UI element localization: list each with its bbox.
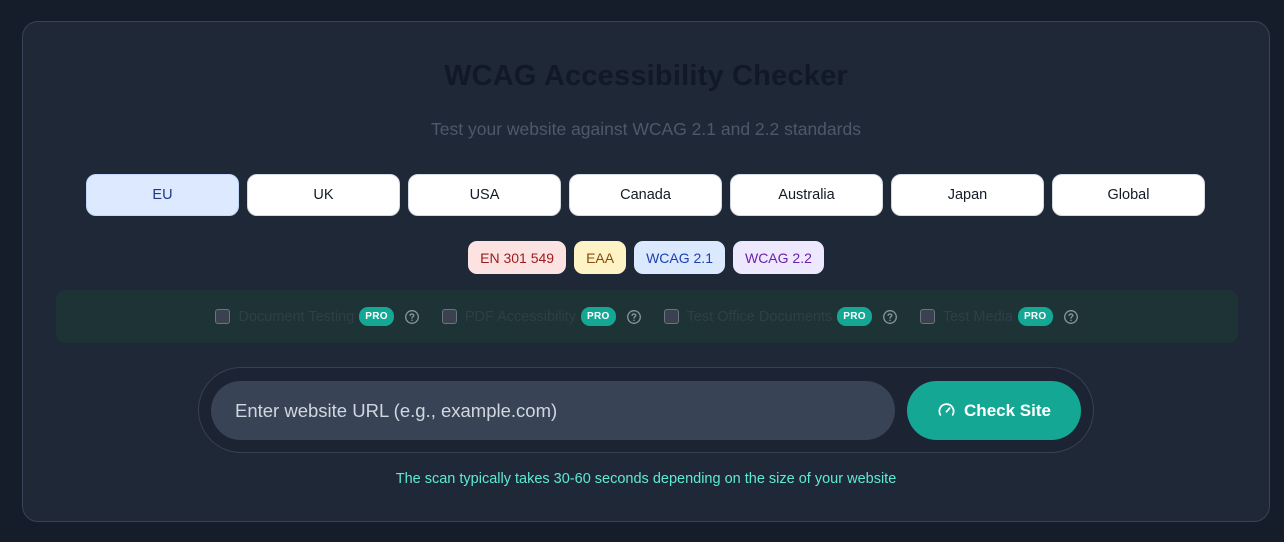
- option-document-testing: Document Testing PRO: [215, 307, 419, 326]
- pro-options-bar: Document Testing PRO PDF Accessibility P…: [56, 290, 1238, 343]
- pro-badge: PRO: [837, 307, 872, 326]
- option-label: Test Office Documents: [686, 308, 833, 325]
- url-search-bar: Check Site: [198, 367, 1094, 453]
- help-circle-icon[interactable]: [882, 309, 898, 325]
- option-pdf-accessibility: PDF Accessibility PRO: [441, 307, 642, 326]
- region-button-japan[interactable]: Japan: [891, 174, 1044, 216]
- option-test-office-documents: Test Office Documents PRO: [663, 307, 898, 326]
- region-button-canada[interactable]: Canada: [569, 174, 722, 216]
- standard-badge-wcag-21: WCAG 2.1: [634, 241, 725, 274]
- scan-duration-note: The scan typically takes 30-60 seconds d…: [395, 471, 897, 487]
- check-site-button[interactable]: Check Site: [907, 381, 1081, 440]
- region-selector: EU UK USA Canada Australia Japan Global: [86, 174, 1205, 216]
- document-testing-checkbox[interactable]: [215, 309, 231, 324]
- region-button-global[interactable]: Global: [1052, 174, 1205, 216]
- gauge-icon: [938, 403, 955, 416]
- region-button-eu[interactable]: EU: [86, 174, 239, 216]
- page-subtitle: Test your website against WCAG 2.1 and 2…: [431, 119, 861, 139]
- region-button-australia[interactable]: Australia: [730, 174, 883, 216]
- checker-card: WCAG Accessibility Checker Test your web…: [22, 21, 1270, 522]
- check-site-label: Check Site: [964, 400, 1051, 420]
- pro-badge: PRO: [581, 307, 616, 326]
- option-label: Test Media: [942, 308, 1013, 325]
- option-label: PDF Accessibility: [464, 308, 577, 325]
- region-button-usa[interactable]: USA: [408, 174, 561, 216]
- standards-badges: EN 301 549 EAA WCAG 2.1 WCAG 2.2: [23, 241, 1269, 274]
- page-title: WCAG Accessibility Checker: [444, 60, 848, 92]
- help-circle-icon[interactable]: [626, 309, 642, 325]
- standard-badge-en-301-549: EN 301 549: [468, 241, 567, 274]
- pro-badge: PRO: [359, 307, 394, 326]
- help-circle-icon[interactable]: [1063, 309, 1079, 325]
- url-input[interactable]: [211, 381, 895, 440]
- standard-badge-eaa: EAA: [574, 241, 627, 274]
- standard-badge-wcag-22: WCAG 2.2: [732, 241, 824, 274]
- help-circle-icon[interactable]: [404, 309, 420, 325]
- test-office-documents-checkbox[interactable]: [663, 309, 679, 324]
- pdf-accessibility-checkbox[interactable]: [441, 309, 457, 324]
- option-label: Document Testing: [238, 308, 355, 325]
- test-media-checkbox[interactable]: [919, 309, 935, 324]
- region-button-uk[interactable]: UK: [247, 174, 400, 216]
- option-test-media: Test Media PRO: [919, 307, 1079, 326]
- pro-badge: PRO: [1017, 307, 1053, 326]
